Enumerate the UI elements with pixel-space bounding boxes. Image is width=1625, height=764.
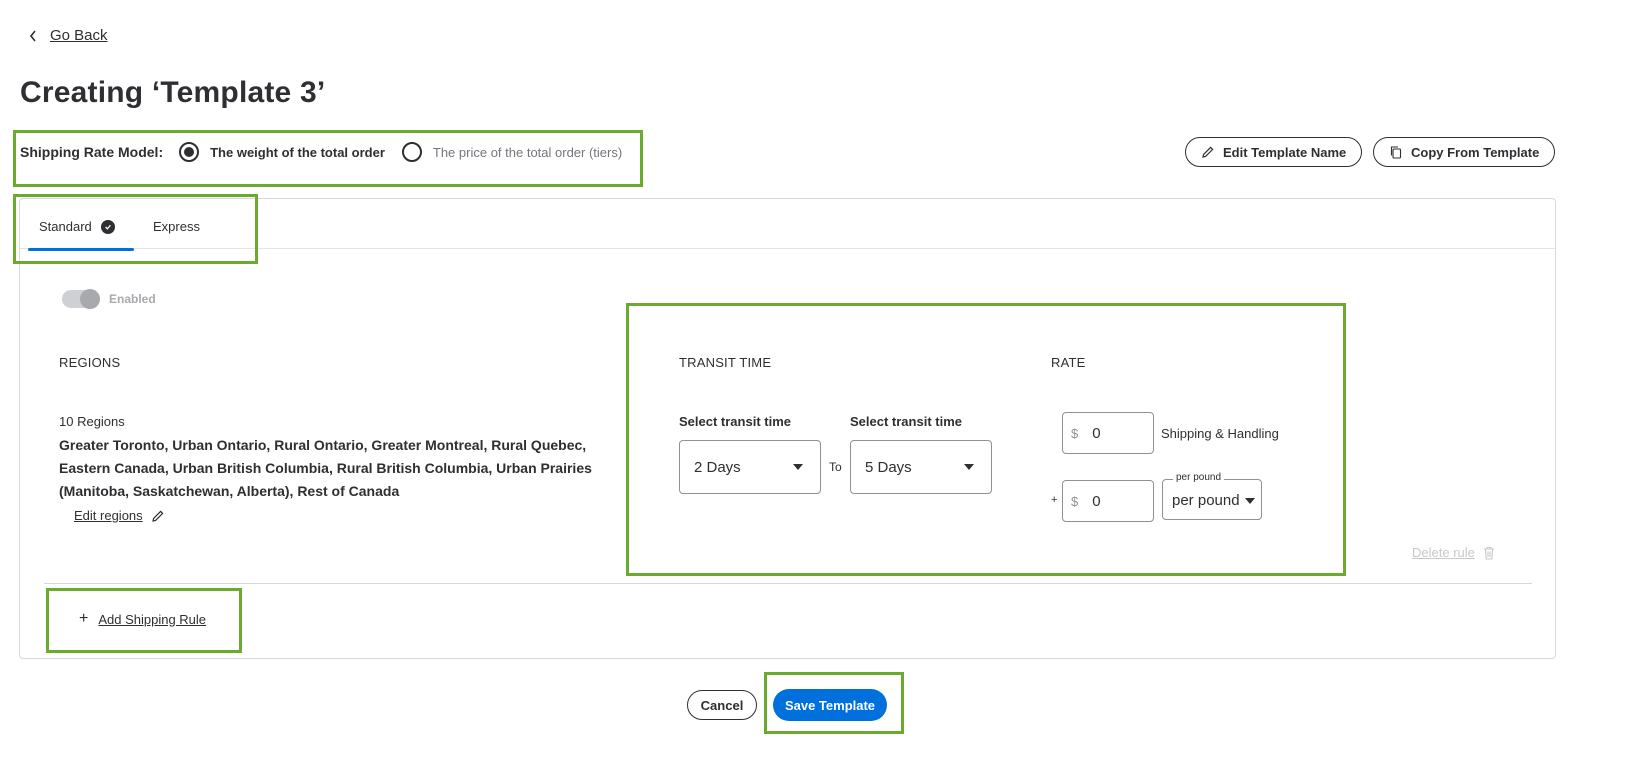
- copy-from-template-button[interactable]: Copy From Template: [1373, 137, 1556, 167]
- tab-express[interactable]: Express: [153, 219, 200, 234]
- transit-from-label: Select transit time: [679, 414, 791, 429]
- shipping-rate-model: Shipping Rate Model: The weight of the t…: [20, 142, 639, 162]
- pencil-icon: [151, 510, 164, 522]
- per-unit-rate-value: 0: [1092, 492, 1101, 510]
- chevron-left-icon: [29, 30, 36, 41]
- radio-unselected-icon: [401, 142, 422, 162]
- save-template-button[interactable]: Save Template: [773, 689, 887, 721]
- tab-express-label: Express: [153, 219, 200, 234]
- transit-to-label: Select transit time: [850, 414, 962, 429]
- enabled-toggle[interactable]: [62, 289, 100, 309]
- currency-symbol: $: [1071, 425, 1079, 441]
- shipping-handling-label: Shipping & Handling: [1161, 426, 1279, 441]
- add-shipping-rule-button[interactable]: + Add Shipping Rule: [79, 611, 206, 627]
- plus-sign: +: [1051, 494, 1058, 506]
- toggle-knob: [80, 289, 100, 309]
- transit-to-value: 5 Days: [865, 458, 912, 476]
- caret-down-icon: [793, 464, 803, 470]
- radio-weight-of-total-order[interactable]: The weight of the total order: [179, 142, 385, 162]
- rate-unit-legend: per pound: [1173, 472, 1225, 483]
- tab-standard-label: Standard: [39, 219, 92, 234]
- per-unit-rate-input[interactable]: $ 0: [1062, 480, 1154, 522]
- transit-from-value: 2 Days: [694, 458, 741, 476]
- shipping-rate-model-label: Shipping Rate Model:: [20, 144, 164, 160]
- base-rate-value: 0: [1092, 424, 1101, 442]
- transit-from-select[interactable]: 2 Days: [679, 440, 821, 494]
- radio-price-of-total-order[interactable]: The price of the total order (tiers): [401, 142, 623, 162]
- tab-divider: [20, 248, 1555, 249]
- copy-icon: [1390, 146, 1402, 159]
- tab-standard[interactable]: Standard: [39, 219, 115, 234]
- active-tab-indicator: [28, 248, 134, 251]
- regions-heading: REGIONS: [59, 355, 121, 370]
- regions-count: 10 Regions: [59, 414, 125, 429]
- pencil-icon: [1202, 146, 1214, 158]
- go-back-label: Go Back: [50, 27, 108, 44]
- plus-icon: +: [79, 610, 89, 627]
- radio-selected-icon: [179, 142, 200, 162]
- currency-symbol: $: [1071, 493, 1079, 509]
- edit-template-name-label: Edit Template Name: [1223, 144, 1347, 160]
- delete-rule-button[interactable]: Delete rule: [1412, 545, 1495, 560]
- enabled-label: Enabled: [109, 292, 156, 306]
- trash-icon: [1483, 546, 1494, 560]
- page-title: Creating ‘Template 3’: [20, 76, 326, 109]
- cancel-button[interactable]: Cancel: [687, 690, 757, 720]
- caret-down-icon: [1245, 498, 1255, 504]
- copy-from-template-label: Copy From Template: [1411, 144, 1540, 160]
- regions-list: Greater Toronto, Urban Ontario, Rural On…: [59, 437, 592, 499]
- radio-weight-label: The weight of the total order: [210, 144, 385, 160]
- rate-unit-select[interactable]: per pound per pound: [1162, 472, 1262, 520]
- transit-time-heading: TRANSIT TIME: [679, 355, 772, 370]
- edit-regions-link[interactable]: Edit regions: [74, 508, 165, 523]
- base-rate-input[interactable]: $ 0: [1062, 412, 1154, 454]
- transit-to-select[interactable]: 5 Days: [850, 440, 992, 494]
- add-shipping-rule-label: Add Shipping Rule: [98, 611, 207, 627]
- rate-unit-value: per pound: [1172, 492, 1240, 509]
- transit-to-separator: To: [829, 460, 842, 474]
- edit-template-name-button[interactable]: Edit Template Name: [1185, 137, 1363, 167]
- radio-price-label: The price of the total order (tiers): [432, 144, 623, 160]
- delete-rule-label: Delete rule: [1412, 545, 1475, 560]
- rule-divider: [44, 583, 1532, 584]
- go-back-link[interactable]: Go Back: [28, 27, 108, 44]
- rate-heading: RATE: [1051, 355, 1086, 370]
- edit-regions-label: Edit regions: [74, 508, 143, 523]
- caret-down-icon: [964, 464, 974, 470]
- check-circle-icon: [100, 219, 115, 234]
